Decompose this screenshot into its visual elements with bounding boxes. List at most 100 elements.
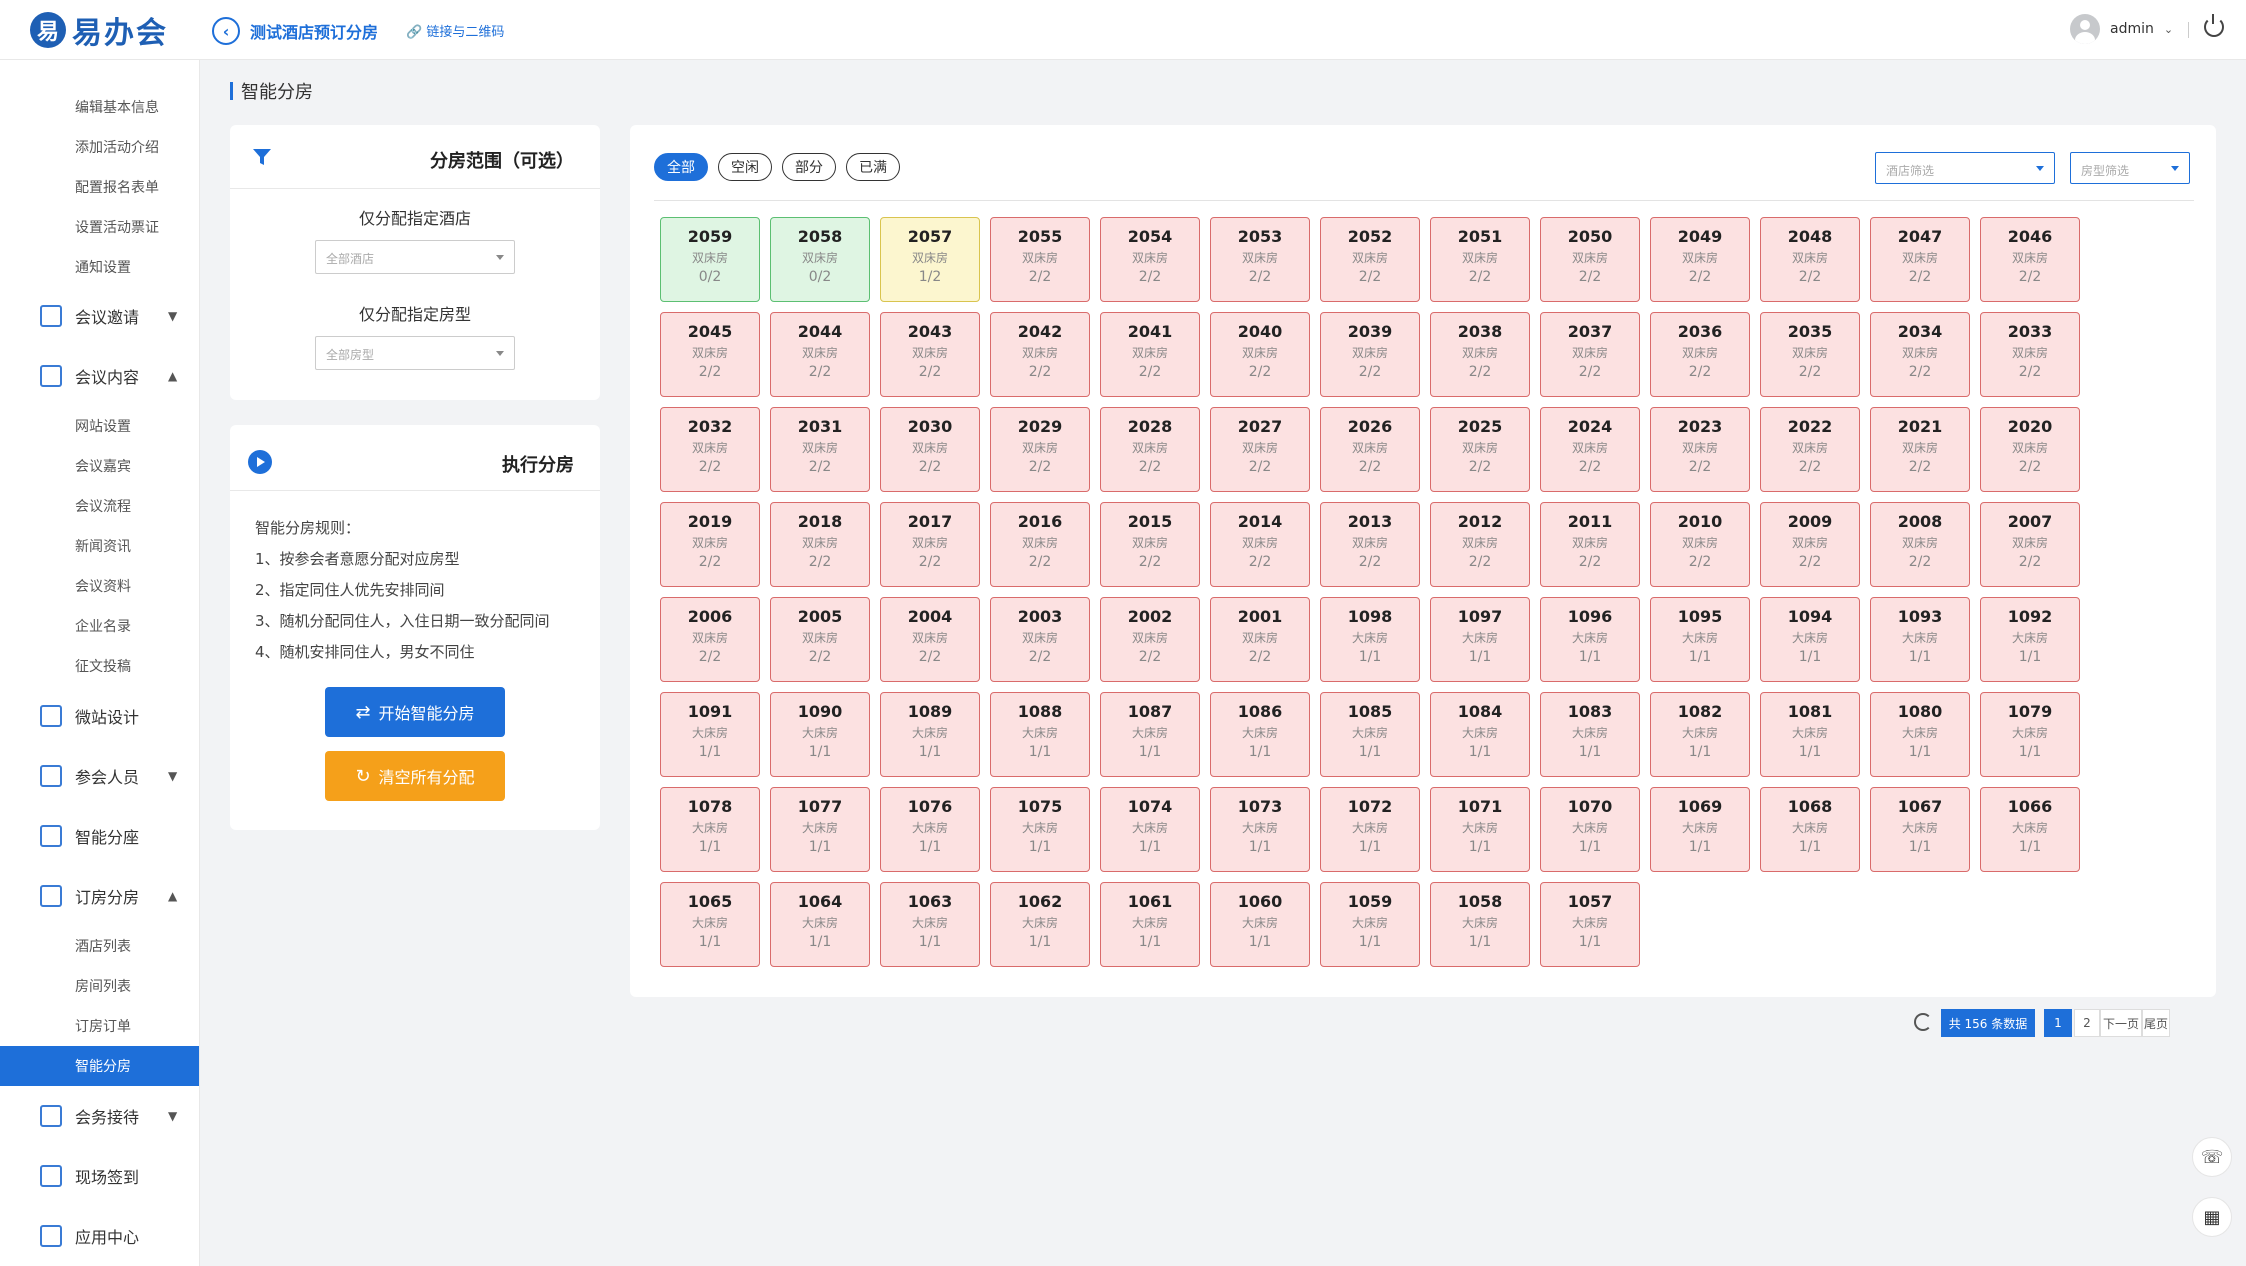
room-card[interactable]: 1088 大床房 1/1 bbox=[990, 692, 1090, 777]
room-card[interactable]: 1077 大床房 1/1 bbox=[770, 787, 870, 872]
room-card[interactable]: 2003 双床房 2/2 bbox=[990, 597, 1090, 682]
room-card[interactable]: 1061 大床房 1/1 bbox=[1100, 882, 1200, 967]
hotel-select[interactable]: 全部酒店 bbox=[315, 240, 515, 274]
room-card[interactable]: 1091 大床房 1/1 bbox=[660, 692, 760, 777]
sidebar-item-hotels[interactable]: 酒店列表 bbox=[0, 926, 199, 966]
room-card[interactable]: 2036 双床房 2/2 bbox=[1650, 312, 1750, 397]
room-card[interactable]: 2002 双床房 2/2 bbox=[1100, 597, 1200, 682]
room-card[interactable]: 2048 双床房 2/2 bbox=[1760, 217, 1860, 302]
room-card[interactable]: 2055 双床房 2/2 bbox=[990, 217, 1090, 302]
app-logo[interactable]: 易 易办会 bbox=[30, 10, 168, 51]
room-card[interactable]: 1086 大床房 1/1 bbox=[1210, 692, 1310, 777]
room-card[interactable]: 1085 大床房 1/1 bbox=[1320, 692, 1420, 777]
room-card[interactable]: 1074 大床房 1/1 bbox=[1100, 787, 1200, 872]
room-card[interactable]: 2059 双床房 0/2 bbox=[660, 217, 760, 302]
room-card[interactable]: 1073 大床房 1/1 bbox=[1210, 787, 1310, 872]
room-card[interactable]: 1057 大床房 1/1 bbox=[1540, 882, 1640, 967]
room-card[interactable]: 2044 双床房 2/2 bbox=[770, 312, 870, 397]
sidebar-item-news[interactable]: 新闻资讯 bbox=[0, 526, 199, 566]
room-card[interactable]: 1084 大床房 1/1 bbox=[1430, 692, 1530, 777]
sidebar-item-intro[interactable]: 添加活动介绍 bbox=[0, 127, 199, 167]
room-card[interactable]: 2031 双床房 2/2 bbox=[770, 407, 870, 492]
room-card[interactable]: 1089 大床房 1/1 bbox=[880, 692, 980, 777]
room-card[interactable]: 1093 大床房 1/1 bbox=[1870, 597, 1970, 682]
room-card[interactable]: 2041 双床房 2/2 bbox=[1100, 312, 1200, 397]
room-card[interactable]: 2013 双床房 2/2 bbox=[1320, 502, 1420, 587]
room-card[interactable]: 2018 双床房 2/2 bbox=[770, 502, 870, 587]
room-card[interactable]: 2039 双床房 2/2 bbox=[1320, 312, 1420, 397]
room-card[interactable]: 1060 大床房 1/1 bbox=[1210, 882, 1310, 967]
room-card[interactable]: 1068 大床房 1/1 bbox=[1760, 787, 1860, 872]
room-card[interactable]: 2023 双床房 2/2 bbox=[1650, 407, 1750, 492]
room-card[interactable]: 2045 双床房 2/2 bbox=[660, 312, 760, 397]
clear-allocation-button[interactable]: ↻ 清空所有分配 bbox=[325, 751, 505, 801]
room-card[interactable]: 2005 双床房 2/2 bbox=[770, 597, 870, 682]
room-card[interactable]: 1087 大床房 1/1 bbox=[1100, 692, 1200, 777]
last-page-button[interactable]: 尾页 bbox=[2142, 1009, 2170, 1037]
room-card[interactable]: 1064 大床房 1/1 bbox=[770, 882, 870, 967]
room-card[interactable]: 2038 双床房 2/2 bbox=[1430, 312, 1530, 397]
room-card[interactable]: 1078 大床房 1/1 bbox=[660, 787, 760, 872]
room-card[interactable]: 1075 大床房 1/1 bbox=[990, 787, 1090, 872]
sidebar-item-materials[interactable]: 会议资料 bbox=[0, 566, 199, 606]
sidebar-item-content[interactable]: 会议内容 ▲ bbox=[0, 356, 199, 396]
room-card[interactable]: 2054 双床房 2/2 bbox=[1100, 217, 1200, 302]
next-page-button[interactable]: 下一页 bbox=[2100, 1009, 2142, 1037]
room-card[interactable]: 1083 大床房 1/1 bbox=[1540, 692, 1640, 777]
room-card[interactable]: 2049 双床房 2/2 bbox=[1650, 217, 1750, 302]
room-card[interactable]: 2046 双床房 2/2 bbox=[1980, 217, 2080, 302]
sidebar-item-companies[interactable]: 企业名录 bbox=[0, 606, 199, 646]
room-card[interactable]: 1090 大床房 1/1 bbox=[770, 692, 870, 777]
room-card[interactable]: 1066 大床房 1/1 bbox=[1980, 787, 2080, 872]
sidebar-item-seating[interactable]: 智能分座 bbox=[0, 816, 199, 856]
room-card[interactable]: 2028 双床房 2/2 bbox=[1100, 407, 1200, 492]
room-card[interactable]: 2035 双床房 2/2 bbox=[1760, 312, 1860, 397]
user-menu[interactable]: admin ⌄ bbox=[2070, 14, 2173, 44]
back-arrow-icon[interactable]: ‹ bbox=[212, 17, 240, 45]
room-card[interactable]: 2040 双床房 2/2 bbox=[1210, 312, 1310, 397]
room-card[interactable]: 2020 双床房 2/2 bbox=[1980, 407, 2080, 492]
room-card[interactable]: 2050 双床房 2/2 bbox=[1540, 217, 1640, 302]
room-card[interactable]: 2009 双床房 2/2 bbox=[1760, 502, 1860, 587]
room-card[interactable]: 2015 双床房 2/2 bbox=[1100, 502, 1200, 587]
tab-all[interactable]: 全部 bbox=[654, 153, 708, 181]
sidebar-item-ticket[interactable]: 设置活动票证 bbox=[0, 207, 199, 247]
room-card[interactable]: 2001 双床房 2/2 bbox=[1210, 597, 1310, 682]
hotel-filter-select[interactable]: 酒店筛选 bbox=[1875, 152, 2055, 184]
room-card[interactable]: 1065 大床房 1/1 bbox=[660, 882, 760, 967]
room-card[interactable]: 1094 大床房 1/1 bbox=[1760, 597, 1860, 682]
room-card[interactable]: 1062 大床房 1/1 bbox=[990, 882, 1090, 967]
power-icon[interactable] bbox=[2204, 14, 2224, 37]
sidebar-item-papers[interactable]: 征文投稿 bbox=[0, 646, 199, 686]
room-card[interactable]: 2027 双床房 2/2 bbox=[1210, 407, 1310, 492]
room-card[interactable]: 2053 双床房 2/2 bbox=[1210, 217, 1310, 302]
room-card[interactable]: 2047 双床房 2/2 bbox=[1870, 217, 1970, 302]
room-card[interactable]: 2024 双床房 2/2 bbox=[1540, 407, 1640, 492]
room-card[interactable]: 2058 双床房 0/2 bbox=[770, 217, 870, 302]
sidebar-item-rooms[interactable]: 房间列表 bbox=[0, 966, 199, 1006]
page-2-button[interactable]: 2 bbox=[2074, 1009, 2100, 1037]
room-card[interactable]: 1097 大床房 1/1 bbox=[1430, 597, 1530, 682]
room-card[interactable]: 1095 大床房 1/1 bbox=[1650, 597, 1750, 682]
room-card[interactable]: 2032 双床房 2/2 bbox=[660, 407, 760, 492]
room-card[interactable]: 2022 双床房 2/2 bbox=[1760, 407, 1860, 492]
room-card[interactable]: 2012 双床房 2/2 bbox=[1430, 502, 1530, 587]
sidebar-item-invitation[interactable]: 会议邀请 ▼ bbox=[0, 296, 199, 336]
room-card[interactable]: 1096 大床房 1/1 bbox=[1540, 597, 1640, 682]
room-card[interactable]: 1079 大床房 1/1 bbox=[1980, 692, 2080, 777]
sidebar-item-apps[interactable]: 应用中心 bbox=[0, 1216, 199, 1256]
sidebar-item-agenda[interactable]: 会议流程 bbox=[0, 486, 199, 526]
room-card[interactable]: 2007 双床房 2/2 bbox=[1980, 502, 2080, 587]
headset-icon[interactable]: ☏ bbox=[2192, 1137, 2232, 1177]
start-allocation-button[interactable]: ⇄ 开始智能分房 bbox=[325, 687, 505, 737]
room-card[interactable]: 1059 大床房 1/1 bbox=[1320, 882, 1420, 967]
room-card[interactable]: 1080 大床房 1/1 bbox=[1870, 692, 1970, 777]
room-card[interactable]: 2033 双床房 2/2 bbox=[1980, 312, 2080, 397]
room-card[interactable]: 1076 大床房 1/1 bbox=[880, 787, 980, 872]
roomtype-filter-select[interactable]: 房型筛选 bbox=[2070, 152, 2190, 184]
page-1-button[interactable]: 1 bbox=[2044, 1009, 2072, 1037]
room-card[interactable]: 2037 双床房 2/2 bbox=[1540, 312, 1640, 397]
tab-full[interactable]: 已满 bbox=[846, 153, 900, 181]
room-card[interactable]: 1069 大床房 1/1 bbox=[1650, 787, 1750, 872]
room-card[interactable]: 2030 双床房 2/2 bbox=[880, 407, 980, 492]
